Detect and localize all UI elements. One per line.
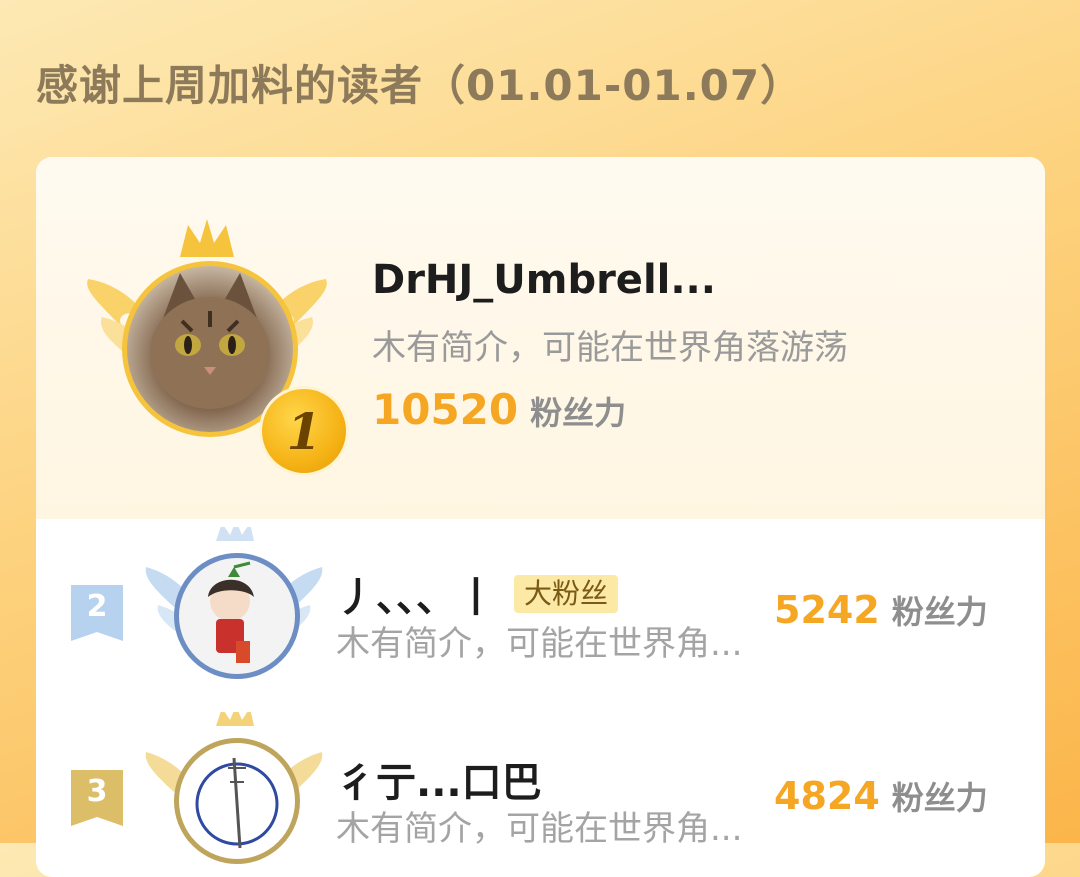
score-unit: 粉丝力 xyxy=(530,394,627,432)
rank-2-name[interactable]: 丿、、、丨 大粉丝 xyxy=(336,565,619,623)
top-reader-score: 10520 粉丝力 xyxy=(372,385,626,434)
top-reader-section[interactable]: 1 DrHJ_Umbrell... 木有简介，可能在世界角落游荡 10520 粉… xyxy=(36,157,1045,519)
sketch-drawing-icon xyxy=(195,757,279,849)
top-reader-bio: 木有简介，可能在世界角落游荡 xyxy=(372,328,848,368)
rank-badge-1: 1 xyxy=(262,389,346,473)
leaderboard-card: 1 DrHJ_Umbrell... 木有简介，可能在世界角落游荡 10520 粉… xyxy=(36,157,1045,877)
score-unit: 粉丝力 xyxy=(891,593,988,631)
big-fan-badge: 大粉丝 xyxy=(514,575,619,613)
score-value: 4824 xyxy=(774,774,880,818)
rank-flag-2: 2 xyxy=(71,585,123,641)
rank-2-score: 5242 粉丝力 xyxy=(774,587,988,633)
rank-2-bio: 木有简介，可能在世界角... xyxy=(336,624,743,664)
rank-3-avatar[interactable] xyxy=(174,738,300,864)
rank-2-avatar[interactable] xyxy=(174,553,300,679)
anime-character-icon xyxy=(208,561,254,663)
score-value: 10520 xyxy=(372,385,519,434)
top-reader-name[interactable]: DrHJ_Umbrell... xyxy=(372,257,716,303)
top-reader-avatar-frame[interactable]: 1 xyxy=(84,219,346,473)
rank-3-name[interactable]: 彳亍...口巴 xyxy=(336,750,542,808)
page-title: 感谢上周加料的读者（01.01-01.07） xyxy=(36,61,804,110)
rank-2-name-text: 丿、、、丨 xyxy=(336,575,496,621)
score-value: 5242 xyxy=(774,588,880,632)
rank-3-score: 4824 粉丝力 xyxy=(774,773,988,819)
rank-flag-3: 3 xyxy=(71,770,123,826)
score-unit: 粉丝力 xyxy=(891,779,988,817)
